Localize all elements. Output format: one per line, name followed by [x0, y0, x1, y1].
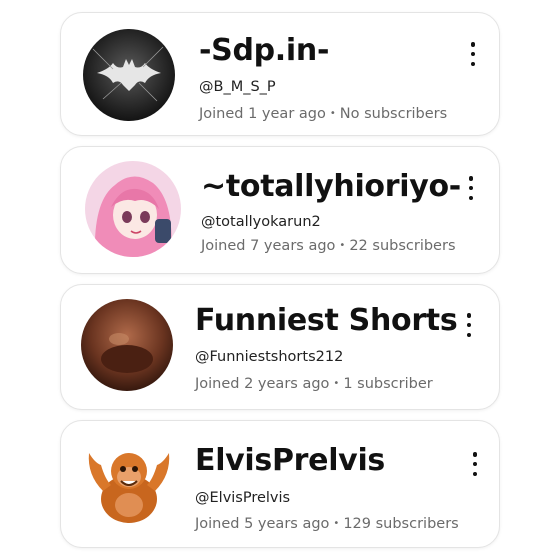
channel-handle: @B_M_S_P — [199, 79, 276, 95]
channel-name[interactable]: ~totallyhioriyo- — [201, 169, 461, 204]
channel-name[interactable]: Funniest Shorts — [195, 303, 458, 338]
joined-text: Joined 7 years ago — [201, 238, 336, 254]
orangutan-avatar[interactable] — [79, 435, 179, 535]
channel-card[interactable]: ~totallyhioriyo- @totallyokarun2 Joined … — [60, 146, 500, 274]
separator-dot: • — [329, 108, 336, 119]
bat-emblem-icon[interactable] — [83, 29, 175, 121]
channel-meta: Joined 7 years ago • 22 subscribers — [201, 238, 456, 254]
joined-text: Joined 5 years ago — [195, 516, 330, 532]
more-vertical-icon[interactable] — [461, 174, 481, 202]
separator-dot: • — [333, 378, 340, 389]
joined-text: Joined 1 year ago — [199, 106, 326, 122]
channel-meta: Joined 2 years ago • 1 subscriber — [195, 376, 433, 392]
subscriber-count: 129 subscribers — [343, 516, 459, 532]
joined-text: Joined 2 years ago — [195, 376, 330, 392]
channel-card[interactable]: Funniest Shorts @Funniestshorts212 Joine… — [60, 284, 500, 410]
channel-handle: @totallyokarun2 — [201, 214, 321, 230]
subscriber-count: 1 subscriber — [343, 376, 433, 392]
closeup-face-avatar[interactable] — [81, 299, 173, 391]
more-vertical-icon[interactable] — [465, 450, 485, 478]
channel-meta: Joined 1 year ago • No subscribers — [199, 106, 447, 122]
channel-card[interactable]: ElvisPrelvis @ElvisPrelvis Joined 5 year… — [60, 420, 500, 548]
separator-dot: • — [333, 518, 340, 529]
anime-girl-avatar[interactable] — [85, 161, 181, 257]
channel-handle: @ElvisPrelvis — [195, 490, 291, 506]
separator-dot: • — [339, 240, 346, 251]
channel-card[interactable]: -Sdp.in- @B_M_S_P Joined 1 year ago • No s… — [60, 12, 500, 136]
more-vertical-icon[interactable] — [463, 40, 483, 68]
subscriber-count: 22 subscribers — [349, 238, 456, 254]
more-vertical-icon[interactable] — [459, 311, 479, 339]
subscriber-count: No subscribers — [339, 106, 448, 122]
channel-meta: Joined 5 years ago • 129 subscribers — [195, 516, 459, 532]
channel-name[interactable]: -Sdp.in- — [199, 33, 329, 68]
channel-name[interactable]: ElvisPrelvis — [195, 443, 385, 478]
channel-handle: @Funniestshorts212 — [195, 349, 344, 365]
